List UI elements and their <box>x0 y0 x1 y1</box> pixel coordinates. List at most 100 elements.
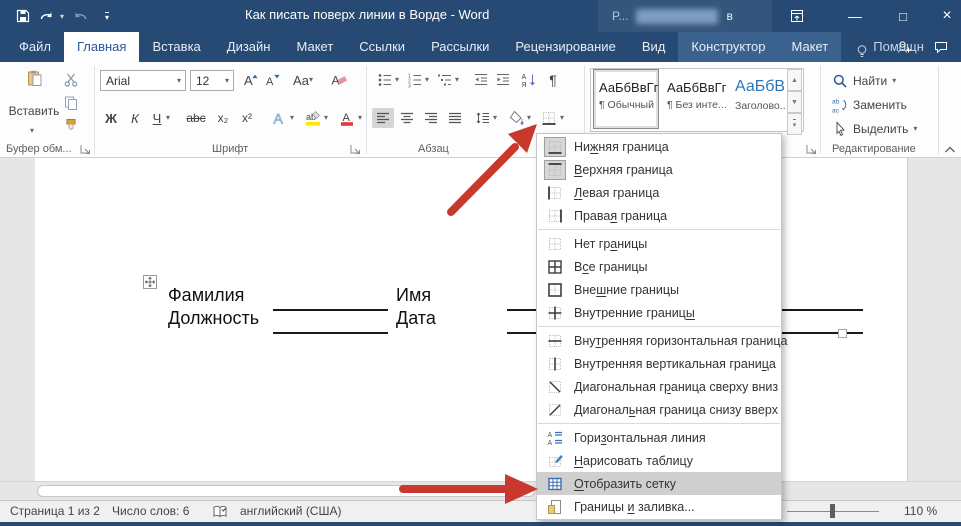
page-indicator[interactable]: Страница 1 из 2 <box>10 504 100 518</box>
select-button[interactable]: Выделить ▾ <box>832 121 917 137</box>
font-dialog-launcher-icon[interactable] <box>348 142 361 155</box>
shading-dropdown-icon[interactable]: ▾ <box>524 108 534 128</box>
style-card-heading[interactable]: АаБбВ Заголово... <box>730 70 786 128</box>
menu-item-view-gridlines[interactable]: Отобразить сетку <box>537 472 781 495</box>
grow-font-icon[interactable]: A <box>240 70 262 90</box>
shrink-font-icon[interactable]: A <box>262 70 284 90</box>
change-case-button[interactable]: Aa▾ <box>288 70 318 90</box>
tab-review[interactable]: Рецензирование <box>502 32 628 62</box>
clipboard-dialog-launcher-icon[interactable] <box>78 142 91 155</box>
zoom-slider-thumb[interactable] <box>830 504 835 518</box>
tab-view[interactable]: Вид <box>629 32 679 62</box>
styles-scroll-down-icon[interactable]: ▼ <box>787 91 802 113</box>
tab-table-design[interactable]: Конструктор <box>678 32 778 62</box>
menu-item-border-all[interactable]: Все границы <box>537 255 781 278</box>
menu-item-border-right[interactable]: Правая граница <box>537 204 781 227</box>
styles-more-icon[interactable]: ▾ <box>787 113 802 135</box>
menu-item-borders-shading[interactable]: Границы и заливка... <box>537 495 781 518</box>
table-resize-handle[interactable] <box>838 329 847 338</box>
save-icon[interactable] <box>10 3 36 29</box>
tab-layout[interactable]: Макет <box>283 32 346 62</box>
zoom-level[interactable]: 110 % <box>904 504 937 518</box>
customize-qat-icon[interactable]: ▾ <box>94 3 120 29</box>
menu-item-border-none[interactable]: Нет границы <box>537 232 781 255</box>
tab-design[interactable]: Дизайн <box>214 32 284 62</box>
increase-indent-icon[interactable] <box>492 70 514 90</box>
menu-item-border-outside[interactable]: Внешние границы <box>537 278 781 301</box>
bullets-dropdown-icon[interactable]: ▾ <box>392 70 402 90</box>
styles-scroll-up-icon[interactable]: ▲ <box>787 69 802 91</box>
language-indicator[interactable]: английский (США) <box>240 504 341 518</box>
highlight-dropdown-icon[interactable]: ▾ <box>320 108 332 128</box>
tab-insert[interactable]: Вставка <box>139 32 213 62</box>
copy-icon[interactable] <box>60 93 82 113</box>
borders-dropdown-icon[interactable]: ▾ <box>556 108 568 128</box>
italic-button[interactable]: К <box>124 108 146 128</box>
format-painter-icon[interactable] <box>60 116 82 136</box>
superscript-button[interactable]: x² <box>236 108 258 128</box>
menu-item-draw-table[interactable]: Нарисовать таблицу <box>537 449 781 472</box>
tab-home[interactable]: Главная <box>64 32 139 62</box>
strikethrough-button[interactable]: abc <box>182 108 210 128</box>
font-size-combo[interactable]: 12▾ <box>190 70 234 91</box>
word-count[interactable]: Число слов: 6 <box>112 504 189 518</box>
select-dropdown-icon[interactable]: ▾ <box>913 125 917 133</box>
text-effects-dropdown-icon[interactable]: ▾ <box>286 108 298 128</box>
tab-file[interactable]: Файл <box>6 32 64 62</box>
font-name-combo[interactable]: Arial▾ <box>100 70 186 91</box>
multilevel-dropdown-icon[interactable]: ▾ <box>452 70 462 90</box>
menu-item-border-diagonal-down[interactable]: Диагональная граница сверху вниз <box>537 375 781 398</box>
cut-icon[interactable] <box>60 70 82 90</box>
styles-dialog-launcher-icon[interactable] <box>804 142 817 155</box>
tab-references[interactable]: Ссылки <box>346 32 418 62</box>
horizontal-scrollbar[interactable] <box>0 481 961 500</box>
menu-item-border-left[interactable]: Левая граница <box>537 181 781 204</box>
minimize-icon[interactable]: — <box>838 0 872 32</box>
find-button[interactable]: Найти ▾ <box>832 73 896 89</box>
tab-mailings[interactable]: Рассылки <box>418 32 502 62</box>
ribbon-display-options-icon[interactable] <box>780 0 814 32</box>
menu-item-border-top[interactable]: Верхняя граница <box>537 158 781 181</box>
paste-dropdown-icon[interactable]: ▾ <box>30 120 34 138</box>
align-right-icon[interactable] <box>420 108 442 128</box>
show-paragraph-marks-button[interactable]: ¶ <box>542 70 564 90</box>
menu-item-border-inside-horizontal[interactable]: Внутренняя горизонтальная граница <box>537 329 781 352</box>
select-icon <box>832 121 848 137</box>
justify-icon[interactable] <box>444 108 466 128</box>
horizontal-scrollbar-thumb[interactable] <box>37 485 535 497</box>
bold-button[interactable]: Ж <box>100 108 122 128</box>
line-spacing-dropdown-icon[interactable]: ▾ <box>490 108 500 128</box>
find-dropdown-icon[interactable]: ▾ <box>892 77 896 85</box>
undo-icon[interactable] <box>36 3 56 29</box>
menu-item-border-diagonal-up[interactable]: Диагональная граница снизу вверх <box>537 398 781 421</box>
clear-formatting-icon[interactable]: A <box>328 70 350 90</box>
subscript-button[interactable]: x₂ <box>212 108 234 128</box>
replace-button[interactable]: abac Заменить <box>832 97 907 113</box>
tab-table-layout[interactable]: Макет <box>778 32 841 62</box>
menu-item-border-inside[interactable]: Внутренние границы <box>537 301 781 324</box>
undo-dropdown-icon[interactable]: ▾ <box>56 3 68 29</box>
align-center-icon[interactable] <box>396 108 418 128</box>
style-card-normal[interactable]: АаБбВвГг, ¶ Обычный <box>594 70 658 128</box>
group-separator <box>938 66 939 154</box>
comments-icon[interactable] <box>930 36 952 58</box>
style-card-no-spacing[interactable]: АаБбВвГг, ¶ Без инте... <box>662 70 726 128</box>
align-left-icon[interactable] <box>372 108 394 128</box>
sort-icon[interactable]: АЯ <box>518 70 540 90</box>
decrease-indent-icon[interactable] <box>470 70 492 90</box>
font-color-dropdown-icon[interactable]: ▾ <box>354 108 366 128</box>
menu-item-horizontal-line[interactable]: AAГоризонтальная линия <box>537 426 781 449</box>
collapse-ribbon-icon[interactable] <box>942 142 956 156</box>
menu-item-border-inside-vertical[interactable]: Внутренняя вертикальная граница <box>537 352 781 375</box>
menu-item-border-bottom[interactable]: Нижняя граница <box>537 135 781 158</box>
close-icon[interactable]: × <box>930 0 961 32</box>
share-person-icon[interactable] <box>893 36 915 58</box>
proofing-icon[interactable] <box>212 504 228 520</box>
numbering-dropdown-icon[interactable]: ▾ <box>422 70 432 90</box>
table-move-handle-icon[interactable] <box>142 274 156 288</box>
underline-rule <box>273 332 388 334</box>
underline-dropdown-icon[interactable]: ▾ <box>162 108 174 128</box>
maximize-icon[interactable]: □ <box>886 0 920 32</box>
account-area[interactable]: P... в <box>598 0 772 32</box>
tab-assistant[interactable]: Помощн <box>841 32 937 62</box>
